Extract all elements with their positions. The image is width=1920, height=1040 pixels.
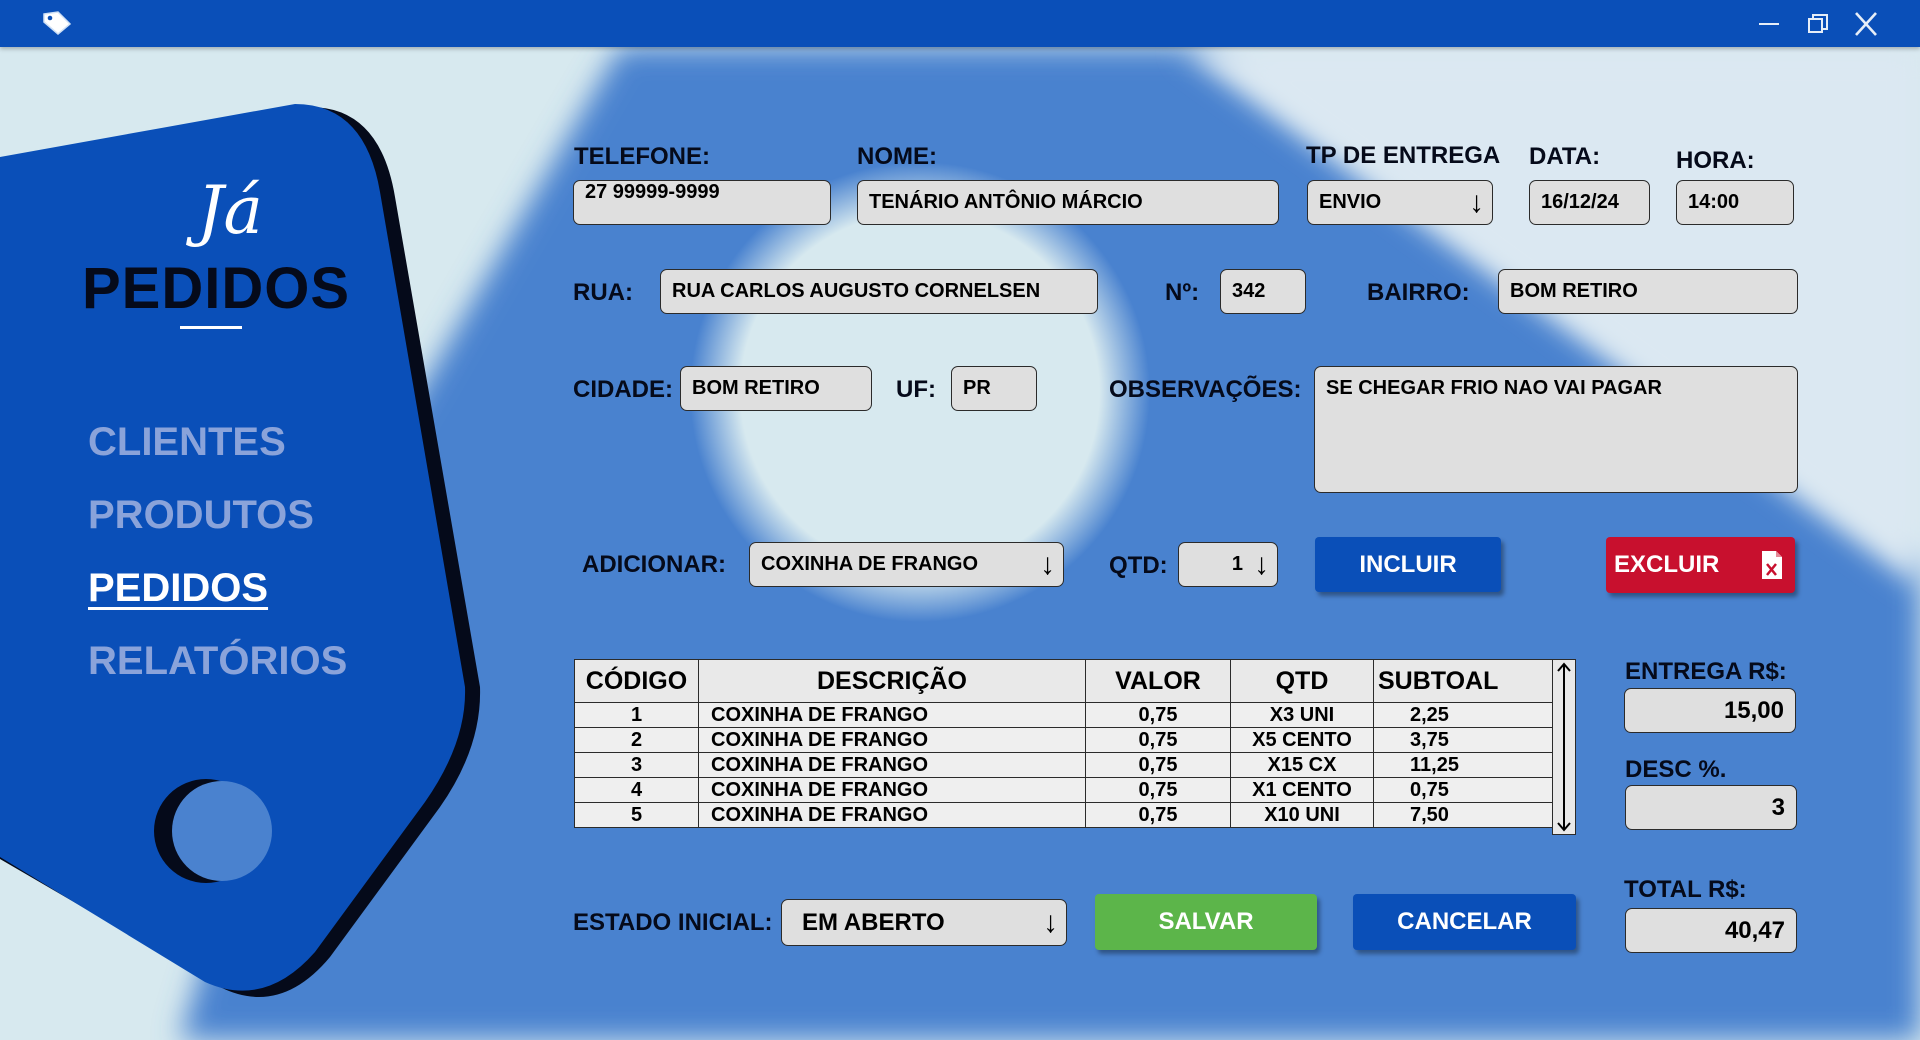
excluir-button[interactable]: EXCLUIR <box>1606 537 1795 593</box>
bairro-label: BAIRRO: <box>1367 279 1470 306</box>
table-header-row: CÓDIGO DESCRIÇÃO VALOR QTD SUBTOAL <box>574 659 1554 703</box>
cell-valor: 0,75 <box>1085 752 1231 778</box>
cell-codigo: 2 <box>574 727 699 753</box>
uf-field[interactable]: PR <box>951 366 1037 411</box>
total-field[interactable]: 40,47 <box>1625 908 1797 953</box>
rua-label: RUA: <box>573 279 633 306</box>
cell-subtotal: 11,25 <box>1373 752 1554 778</box>
estado-label: ESTADO INICIAL: <box>573 909 773 936</box>
excluir-label: EXCLUIR <box>1614 551 1720 578</box>
table-row[interactable]: 1 COXINHA DE FRANGO 0,75 X3 UNI 2,25 <box>574 702 1554 728</box>
table-row[interactable]: 3 COXINHA DE FRANGO 0,75 X15 CX 11,25 <box>574 752 1554 778</box>
logo-underline <box>180 326 242 329</box>
cell-subtotal: 3,75 <box>1373 727 1554 753</box>
estado-select[interactable]: EM ABERTO ↓ <box>781 899 1067 946</box>
title-bar <box>0 0 1920 47</box>
header-valor[interactable]: VALOR <box>1085 659 1231 703</box>
entrega-field[interactable]: 15,00 <box>1624 688 1796 733</box>
header-qtd[interactable]: QTD <box>1230 659 1374 703</box>
bairro-field[interactable]: BOM RETIRO <box>1498 269 1798 314</box>
logo-title: PEDIDOS <box>82 256 351 321</box>
uf-label: UF: <box>896 376 936 403</box>
adicionar-select[interactable]: COXINHA DE FRANGO ↓ <box>749 542 1064 587</box>
nav-pedidos[interactable]: PEDIDOS <box>88 566 268 611</box>
nome-label: NOME: <box>857 143 937 170</box>
observacoes-label: OBSERVAÇÕES: <box>1109 376 1302 403</box>
entrega-label: ENTREGA R$: <box>1625 658 1787 685</box>
cell-subtotal: 0,75 <box>1373 777 1554 803</box>
close-icon[interactable] <box>1846 6 1886 42</box>
cell-qtd: X15 CX <box>1230 752 1374 778</box>
estado-value: EM ABERTO <box>802 908 945 936</box>
chevron-down-icon: ↓ <box>1254 547 1269 581</box>
cell-descricao: COXINHA DE FRANGO <box>698 727 1086 753</box>
qtd-stepper[interactable]: 1 ↓ <box>1178 542 1278 587</box>
hora-label: HORA: <box>1676 147 1755 174</box>
qtd-label: QTD: <box>1109 552 1168 579</box>
total-label: TOTAL R$: <box>1624 876 1747 903</box>
adicionar-value: COXINHA DE FRANGO <box>761 553 979 575</box>
chevron-down-icon: ↓ <box>1040 547 1055 581</box>
chevron-down-icon: ↓ <box>1469 185 1484 219</box>
cell-codigo: 3 <box>574 752 699 778</box>
desc-label: DESC %. <box>1625 756 1727 783</box>
cell-valor: 0,75 <box>1085 727 1231 753</box>
cell-descricao: COXINHA DE FRANGO <box>698 777 1086 803</box>
table-scrollbar[interactable] <box>1552 659 1576 835</box>
excel-file-icon <box>1762 551 1782 579</box>
telefone-field[interactable]: 27 99999-9999 <box>573 180 831 225</box>
minimize-icon[interactable] <box>1749 6 1789 42</box>
rua-field[interactable]: RUA CARLOS AUGUSTO CORNELSEN <box>660 269 1098 314</box>
cell-subtotal: 2,25 <box>1373 702 1554 728</box>
cidade-field[interactable]: BOM RETIRO <box>680 366 872 411</box>
restore-icon[interactable] <box>1798 6 1838 42</box>
incluir-button[interactable]: INCLUIR <box>1315 537 1501 592</box>
salvar-button[interactable]: SALVAR <box>1095 894 1317 950</box>
table-row[interactable]: 5 COXINHA DE FRANGO 0,75 X10 UNI 7,50 <box>574 802 1554 828</box>
items-table: CÓDIGO DESCRIÇÃO VALOR QTD SUBTOAL 1 COX… <box>574 659 1554 828</box>
nome-field[interactable]: TENÁRIO ANTÔNIO MÁRCIO <box>857 180 1279 225</box>
cell-descricao: COXINHA DE FRANGO <box>698 802 1086 828</box>
qtd-value: 1 <box>1231 553 1243 575</box>
cell-qtd: X10 UNI <box>1230 802 1374 828</box>
table-row[interactable]: 2 COXINHA DE FRANGO 0,75 X5 CENTO 3,75 <box>574 727 1554 753</box>
cell-valor: 0,75 <box>1085 802 1231 828</box>
cidade-label: CIDADE: <box>573 376 673 403</box>
header-codigo[interactable]: CÓDIGO <box>574 659 699 703</box>
cell-subtotal: 7,50 <box>1373 802 1554 828</box>
telefone-label: TELEFONE: <box>574 143 710 170</box>
desc-field[interactable]: 3 <box>1625 785 1797 830</box>
cell-descricao: COXINHA DE FRANGO <box>698 752 1086 778</box>
cell-codigo: 1 <box>574 702 699 728</box>
cell-codigo: 5 <box>574 802 699 828</box>
app-tag-icon <box>43 11 72 35</box>
cell-qtd: X3 UNI <box>1230 702 1374 728</box>
nav-produtos[interactable]: PRODUTOS <box>88 493 314 538</box>
observacoes-field[interactable]: SE CHEGAR FRIO NAO VAI PAGAR <box>1314 366 1798 493</box>
chevron-down-icon: ↓ <box>1043 905 1058 939</box>
data-label: DATA: <box>1529 143 1601 170</box>
data-field[interactable]: 16/12/24 <box>1529 180 1650 225</box>
cell-valor: 0,75 <box>1085 702 1231 728</box>
cell-qtd: X5 CENTO <box>1230 727 1374 753</box>
hora-field[interactable]: 14:00 <box>1676 180 1794 225</box>
cancelar-button[interactable]: CANCELAR <box>1353 894 1576 950</box>
logo-script: Já <box>197 172 263 249</box>
adicionar-label: ADICIONAR: <box>582 551 726 578</box>
header-subtotal[interactable]: SUBTOAL <box>1373 659 1554 703</box>
numero-field[interactable]: 342 <box>1220 269 1306 314</box>
nav-relatorios[interactable]: RELATÓRIOS <box>88 639 347 684</box>
numero-label: Nº: <box>1165 279 1200 306</box>
tp-entrega-label: TP DE ENTREGA <box>1306 142 1501 169</box>
table-row[interactable]: 4 COXINHA DE FRANGO 0,75 X1 CENTO 0,75 <box>574 777 1554 803</box>
tp-entrega-value: ENVIO <box>1319 191 1382 213</box>
cell-descricao: COXINHA DE FRANGO <box>698 702 1086 728</box>
tp-entrega-select[interactable]: ENVIO ↓ <box>1307 180 1493 225</box>
nav-clientes[interactable]: CLIENTES <box>88 420 286 465</box>
cell-qtd: X1 CENTO <box>1230 777 1374 803</box>
scroll-arrows-icon <box>1557 662 1571 832</box>
header-descricao[interactable]: DESCRIÇÃO <box>698 659 1086 703</box>
cell-codigo: 4 <box>574 777 699 803</box>
cell-valor: 0,75 <box>1085 777 1231 803</box>
